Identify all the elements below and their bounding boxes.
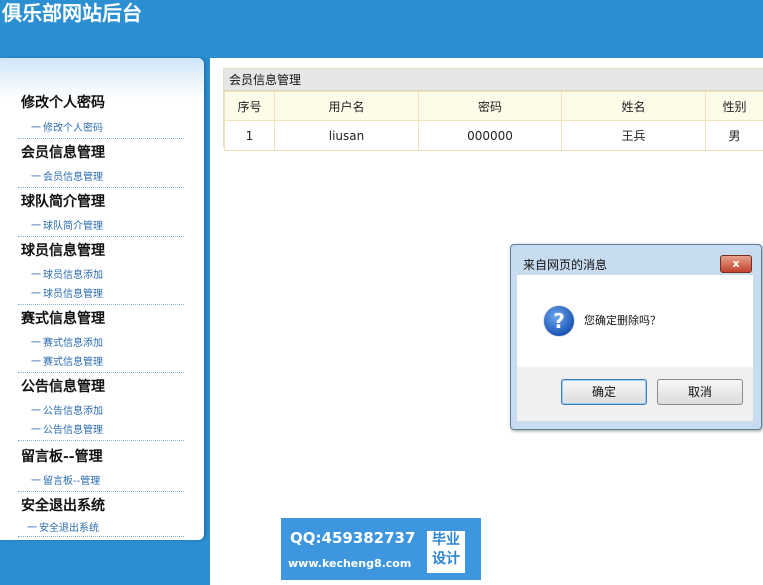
header-bar: 俱乐部网站后台 bbox=[0, 0, 763, 58]
sidebar-item-match-add[interactable]: 一赛式信息添加 bbox=[31, 334, 103, 349]
column-header-username: 用户名 bbox=[274, 91, 419, 121]
cell-id: 1 bbox=[224, 120, 275, 151]
dialog-title: 来自网页的消息 bbox=[523, 258, 608, 272]
watermark-badge: 毕业 设计 bbox=[427, 531, 465, 573]
sidebar-group-team: 球队简介管理 bbox=[21, 194, 105, 210]
sidebar-item-logout[interactable]: 一安全退出系统 bbox=[27, 519, 99, 534]
cell-password: 000000 bbox=[418, 120, 562, 151]
sidebar-divider bbox=[18, 440, 184, 441]
watermark-banner: QQ:459382737 www.kecheng8.com 毕业 设计 bbox=[281, 518, 481, 580]
cell-gender: 男 bbox=[705, 120, 763, 151]
sidebar-item-label: 赛式信息添加 bbox=[43, 338, 103, 349]
cell-name: 王兵 bbox=[561, 120, 706, 151]
badge-line1: 毕业 bbox=[432, 532, 460, 548]
sidebar-item-label: 公告信息管理 bbox=[43, 425, 103, 436]
sidebar-group-guestbook: 留言板--管理 bbox=[21, 449, 103, 465]
sidebar-item-notice-manage[interactable]: 一公告信息管理 bbox=[31, 421, 103, 436]
sidebar-divider bbox=[18, 372, 184, 373]
sidebar-group-matches: 赛式信息管理 bbox=[21, 311, 105, 327]
ok-button[interactable]: 确定 bbox=[561, 379, 647, 405]
sidebar-divider bbox=[18, 187, 184, 188]
sidebar-item-label: 球员信息添加 bbox=[43, 270, 103, 281]
sidebar-item-match-manage[interactable]: 一赛式信息管理 bbox=[31, 353, 103, 368]
sidebar-divider bbox=[18, 236, 184, 237]
sidebar-item-team-manage[interactable]: 一球队简介管理 bbox=[31, 217, 103, 232]
badge-line2: 设计 bbox=[432, 551, 460, 567]
column-header-password: 密码 bbox=[418, 91, 562, 121]
dialog-message: 您确定删除吗？ bbox=[584, 314, 661, 327]
sidebar-divider bbox=[18, 138, 184, 139]
sidebar-group-members: 会员信息管理 bbox=[21, 145, 105, 161]
sidebar-item-label: 球队简介管理 bbox=[43, 221, 103, 232]
sidebar-group-password: 修改个人密码 bbox=[21, 95, 105, 111]
sidebar-divider bbox=[18, 304, 184, 305]
sidebar-item-member-manage[interactable]: 一会员信息管理 bbox=[31, 168, 103, 183]
table-header-row: 序号 用户名 密码 姓名 性别 bbox=[224, 91, 763, 121]
member-panel: 会员信息管理 序号 用户名 密码 姓名 性别 1 liusan 000000 王… bbox=[223, 68, 763, 151]
site-title: 俱乐部网站后台 bbox=[2, 1, 142, 25]
cell-username: liusan bbox=[274, 120, 419, 151]
sidebar-item-label: 会员信息管理 bbox=[43, 172, 103, 183]
confirm-dialog: 来自网页的消息 x ? 您确定删除吗？ 确定 取消 bbox=[510, 244, 762, 430]
sidebar-item-label: 球员信息管理 bbox=[43, 289, 103, 300]
column-header-name: 姓名 bbox=[561, 91, 706, 121]
sidebar-item-player-add[interactable]: 一球员信息添加 bbox=[31, 266, 103, 281]
sidebar-item-notice-add[interactable]: 一公告信息添加 bbox=[31, 402, 103, 417]
sidebar: 修改个人密码 一修改个人密码 会员信息管理 一会员信息管理 球队简介管理 一球队… bbox=[0, 58, 204, 540]
sidebar-item-guestbook-manage[interactable]: 一留言板--管理 bbox=[31, 472, 100, 487]
dialog-body: ? 您确定删除吗？ bbox=[517, 275, 753, 367]
sidebar-item-label: 公告信息添加 bbox=[43, 406, 103, 417]
cancel-button[interactable]: 取消 bbox=[657, 379, 743, 405]
column-header-id: 序号 bbox=[224, 91, 275, 121]
watermark-qq: QQ:459382737 bbox=[290, 529, 416, 547]
sidebar-group-players: 球员信息管理 bbox=[21, 243, 105, 259]
close-icon[interactable]: x bbox=[720, 255, 752, 273]
sidebar-divider bbox=[18, 536, 184, 537]
sidebar-item-label: 留言板--管理 bbox=[43, 476, 101, 487]
table-row[interactable]: 1 liusan 000000 王兵 男 bbox=[224, 120, 763, 151]
sidebar-item-player-manage[interactable]: 一球员信息管理 bbox=[31, 285, 103, 300]
sidebar-item-label: 修改个人密码 bbox=[43, 123, 103, 134]
sidebar-item-label: 赛式信息管理 bbox=[43, 357, 103, 368]
sidebar-group-notices: 公告信息管理 bbox=[21, 379, 105, 395]
sidebar-group-logout: 安全退出系统 bbox=[21, 498, 105, 514]
column-header-gender: 性别 bbox=[705, 91, 763, 121]
watermark-url: www.kecheng8.com bbox=[288, 557, 412, 570]
sidebar-divider bbox=[18, 491, 184, 492]
sidebar-item-change-password[interactable]: 一修改个人密码 bbox=[31, 119, 103, 134]
sidebar-item-label: 安全退出系统 bbox=[39, 523, 99, 534]
question-icon: ? bbox=[544, 306, 574, 336]
member-table: 序号 用户名 密码 姓名 性别 1 liusan 000000 王兵 男 bbox=[224, 91, 763, 151]
panel-title: 会员信息管理 bbox=[224, 69, 763, 91]
